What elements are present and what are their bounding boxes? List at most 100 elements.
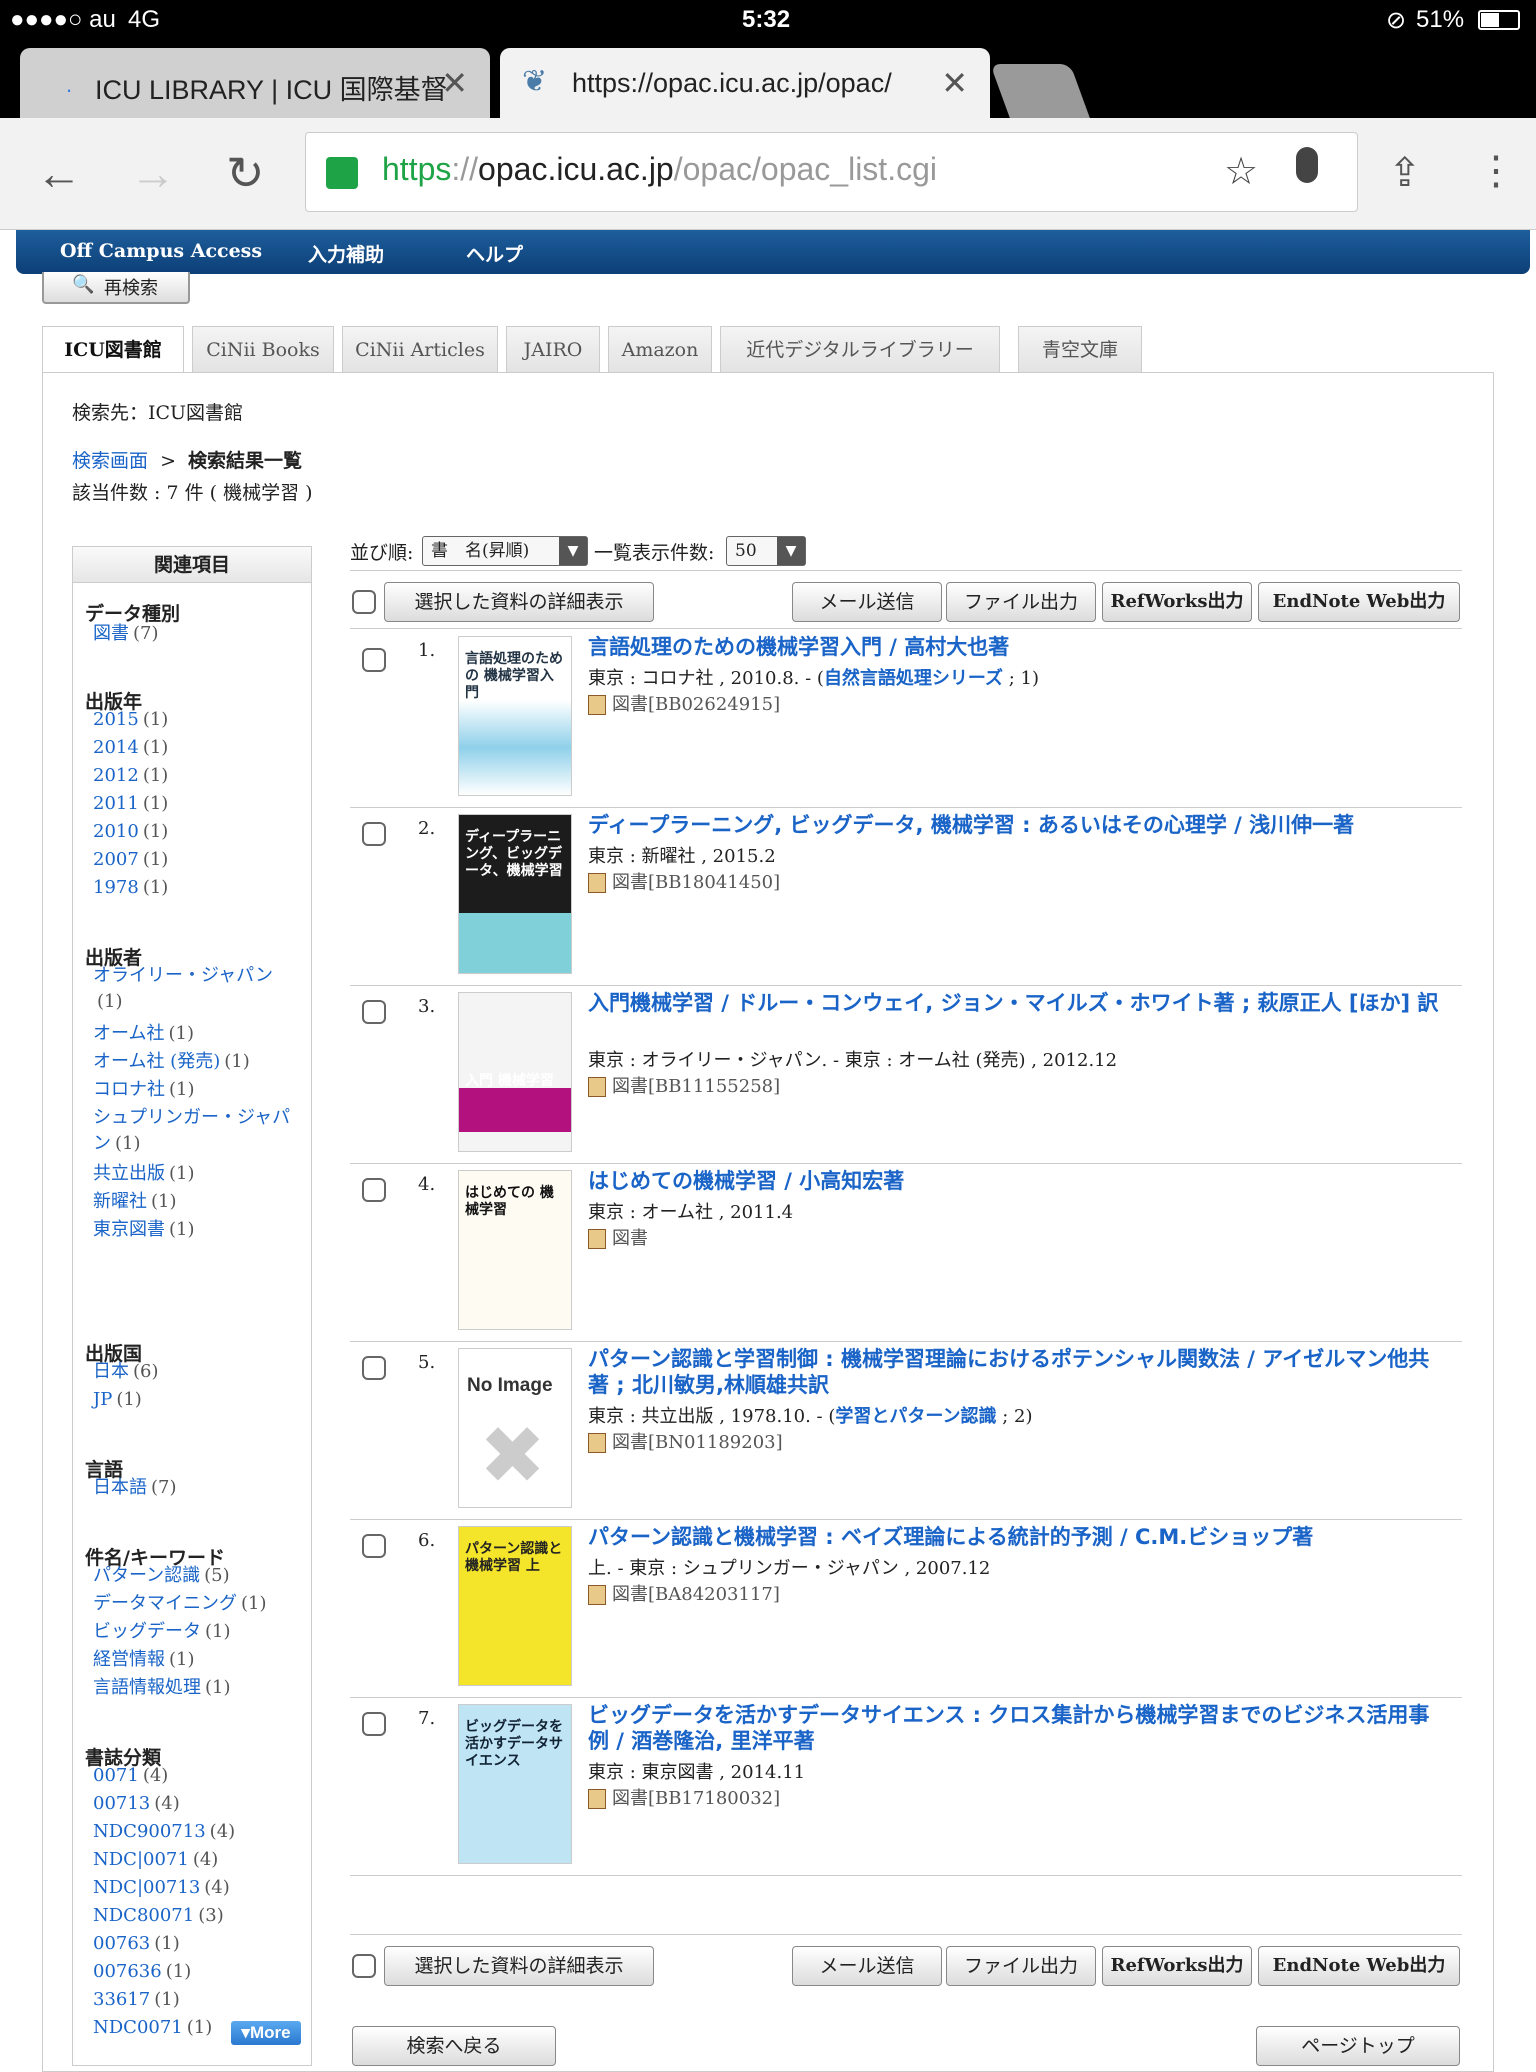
forward-icon[interactable]: → <box>130 146 176 200</box>
facet-link[interactable]: 1978 <box>93 877 139 898</box>
facet-link[interactable]: 33617 <box>93 1989 150 2010</box>
facet-item[interactable]: 日本 (6) <box>93 1359 293 1385</box>
facet-item[interactable]: パターン認識 (5) <box>93 1563 293 1589</box>
tab-icu-library[interactable]: ICU図書館 <box>42 326 184 376</box>
book-cover-image[interactable]: 言語処理のための 機械学習入門 <box>458 636 572 796</box>
endnote-button-bottom[interactable]: EndNote Web出力 <box>1258 1946 1460 1986</box>
facet-link[interactable]: オライリー・ジャパン <box>93 965 273 986</box>
nav-help[interactable]: ヘルプ <box>466 240 523 267</box>
result-title[interactable]: パターン認識と機械学習 : ベイズ理論による統計的予測 / C.M.ビショップ著 <box>588 1524 1448 1550</box>
select-all-checkbox[interactable] <box>352 590 376 614</box>
facet-link[interactable]: 日本 <box>93 1361 129 1382</box>
facet-item[interactable]: オライリー・ジャパン (1) <box>93 963 293 1015</box>
mail-button-bottom[interactable]: メール送信 <box>792 1946 942 1986</box>
series-link[interactable]: 自然言語処理シリーズ <box>824 668 1003 689</box>
series-link[interactable]: 学習とパターン認識 <box>835 1406 996 1427</box>
result-checkbox[interactable] <box>362 1000 386 1024</box>
book-cover-image[interactable]: パターン認識と 機械学習 上 <box>458 1526 572 1686</box>
bookmark-star-icon[interactable]: ☆ <box>1224 149 1258 194</box>
facet-link[interactable]: JP <box>93 1389 112 1410</box>
facet-item[interactable]: 東京図書 (1) <box>93 1217 293 1243</box>
facet-item[interactable]: 2014 (1) <box>93 735 293 761</box>
facet-item[interactable]: 33617 (1) <box>93 1987 293 2013</box>
breadcrumb-search-link[interactable]: 検索画面 <box>72 450 148 472</box>
perpage-select[interactable]: 50 ▼ <box>726 536 806 566</box>
facet-link[interactable]: 図書 <box>93 623 129 644</box>
facet-link[interactable]: 00763 <box>93 1933 150 1954</box>
facet-item[interactable]: オーム社 (1) <box>93 1021 293 1047</box>
facet-item[interactable]: 経営情報 (1) <box>93 1647 293 1673</box>
facet-link[interactable]: 2015 <box>93 709 139 730</box>
result-title[interactable]: 入門機械学習 / ドルー・コンウェイ, ジョン・マイルズ・ホワイト著 ; 萩原正… <box>588 990 1448 1016</box>
facet-item[interactable]: 0071 (4) <box>93 1763 293 1789</box>
page-top-button[interactable]: ページトップ <box>1256 2026 1460 2066</box>
new-tab-button[interactable] <box>990 64 1090 118</box>
result-title[interactable]: パターン認識と学習制御 : 機械学習理論におけるポテンシャル関数法 / アイゼル… <box>588 1346 1448 1398</box>
facet-link[interactable]: NDC0071 <box>93 2017 183 2038</box>
book-cover-image[interactable]: はじめての 機械学習 <box>458 1170 572 1330</box>
facet-item[interactable]: 2010 (1) <box>93 819 293 845</box>
more-button[interactable]: ▾More <box>231 2021 301 2045</box>
facet-link[interactable]: 2011 <box>93 793 139 814</box>
facet-link[interactable]: パターン認識 <box>93 1565 200 1586</box>
facet-item[interactable]: NDC|0071 (4) <box>93 1847 293 1873</box>
facet-item[interactable]: データマイニング (1) <box>93 1591 293 1617</box>
result-checkbox[interactable] <box>362 1712 386 1736</box>
facet-item[interactable]: 00713 (4) <box>93 1791 293 1817</box>
file-export-button[interactable]: ファイル出力 <box>946 582 1096 622</box>
facet-item[interactable]: 007636 (1) <box>93 1959 293 1985</box>
tab-aozora[interactable]: 青空文庫 <box>1018 326 1142 374</box>
facet-link[interactable]: 言語情報処理 <box>93 1677 201 1698</box>
facet-link[interactable]: オーム社 (発売) <box>93 1051 220 1072</box>
browser-tab-opac[interactable]: ❦ https://opac.icu.ac.jp/opac/ ✕ <box>500 48 990 118</box>
facet-link[interactable]: 新曜社 <box>93 1191 147 1212</box>
refworks-button[interactable]: RefWorks出力 <box>1102 582 1252 622</box>
reload-icon[interactable]: ↻ <box>226 146 265 200</box>
facet-link[interactable]: ビッグデータ <box>93 1621 201 1642</box>
result-checkbox[interactable] <box>362 648 386 672</box>
back-icon[interactable]: ← <box>36 146 82 200</box>
result-checkbox[interactable] <box>362 1534 386 1558</box>
facet-item[interactable]: 2007 (1) <box>93 847 293 873</box>
tab-jairo[interactable]: JAIRO <box>506 326 600 374</box>
tab-cinii-books[interactable]: CiNii Books <box>192 326 334 374</box>
share-icon[interactable]: ⇪ <box>1388 150 1422 196</box>
nav-input-assist[interactable]: 入力補助 <box>308 240 384 267</box>
facet-item[interactable]: 新曜社 (1) <box>93 1189 293 1215</box>
facet-item[interactable]: 2012 (1) <box>93 763 293 789</box>
menu-dots-icon[interactable]: ⋮ <box>1476 148 1516 194</box>
endnote-button[interactable]: EndNote Web出力 <box>1258 582 1460 622</box>
result-checkbox[interactable] <box>362 1178 386 1202</box>
facet-item[interactable]: 図書 (7) <box>93 621 293 647</box>
tab-cinii-articles[interactable]: CiNii Articles <box>342 326 498 374</box>
facet-item[interactable]: 言語情報処理 (1) <box>93 1675 293 1701</box>
facet-link[interactable]: 共立出版 <box>93 1163 165 1184</box>
facet-link[interactable]: 東京図書 <box>93 1219 165 1240</box>
show-details-button-bottom[interactable]: 選択した資料の詳細表示 <box>384 1946 654 1986</box>
facet-item[interactable]: コロナ社 (1) <box>93 1077 293 1103</box>
facet-link[interactable]: 経営情報 <box>93 1649 165 1670</box>
facet-link[interactable]: 007636 <box>93 1961 162 1982</box>
result-title[interactable]: ビッグデータを活かすデータサイエンス : クロス集計から機械学習までのビジネス活… <box>588 1702 1448 1754</box>
nav-off-campus[interactable]: Off Campus Access <box>60 240 262 262</box>
facet-item[interactable]: JP (1) <box>93 1387 293 1413</box>
book-cover-image[interactable]: ビッグデータを 活かすデータサイエンス <box>458 1704 572 1864</box>
facet-item[interactable]: 日本語 (7) <box>93 1475 293 1501</box>
facet-link[interactable]: 2012 <box>93 765 139 786</box>
facet-link[interactable]: オーム社 <box>93 1023 164 1044</box>
facet-link[interactable]: NDC900713 <box>93 1821 206 1842</box>
facet-link[interactable]: 2007 <box>93 849 139 870</box>
mail-button[interactable]: メール送信 <box>792 582 942 622</box>
facet-item[interactable]: 00763 (1) <box>93 1931 293 1957</box>
facet-link[interactable]: 2010 <box>93 821 139 842</box>
address-bar[interactable]: https://opac.icu.ac.jp/opac/opac_list.cg… <box>305 132 1358 212</box>
facet-item[interactable]: 2015 (1) <box>93 707 293 733</box>
show-details-button[interactable]: 選択した資料の詳細表示 <box>384 582 654 622</box>
tab-kindai-digital[interactable]: 近代デジタルライブラリー <box>720 326 1000 374</box>
research-button[interactable]: 🔍 再検索 <box>42 272 190 304</box>
book-cover-image[interactable]: ディープラーニング、ビッグデータ、機械学習 <box>458 814 572 974</box>
sort-select[interactable]: 書 名(昇順) ▼ <box>422 536 588 566</box>
facet-item[interactable]: 共立出版 (1) <box>93 1161 293 1187</box>
facet-item[interactable]: 2011 (1) <box>93 791 293 817</box>
select-all-checkbox-bottom[interactable] <box>352 1954 376 1978</box>
